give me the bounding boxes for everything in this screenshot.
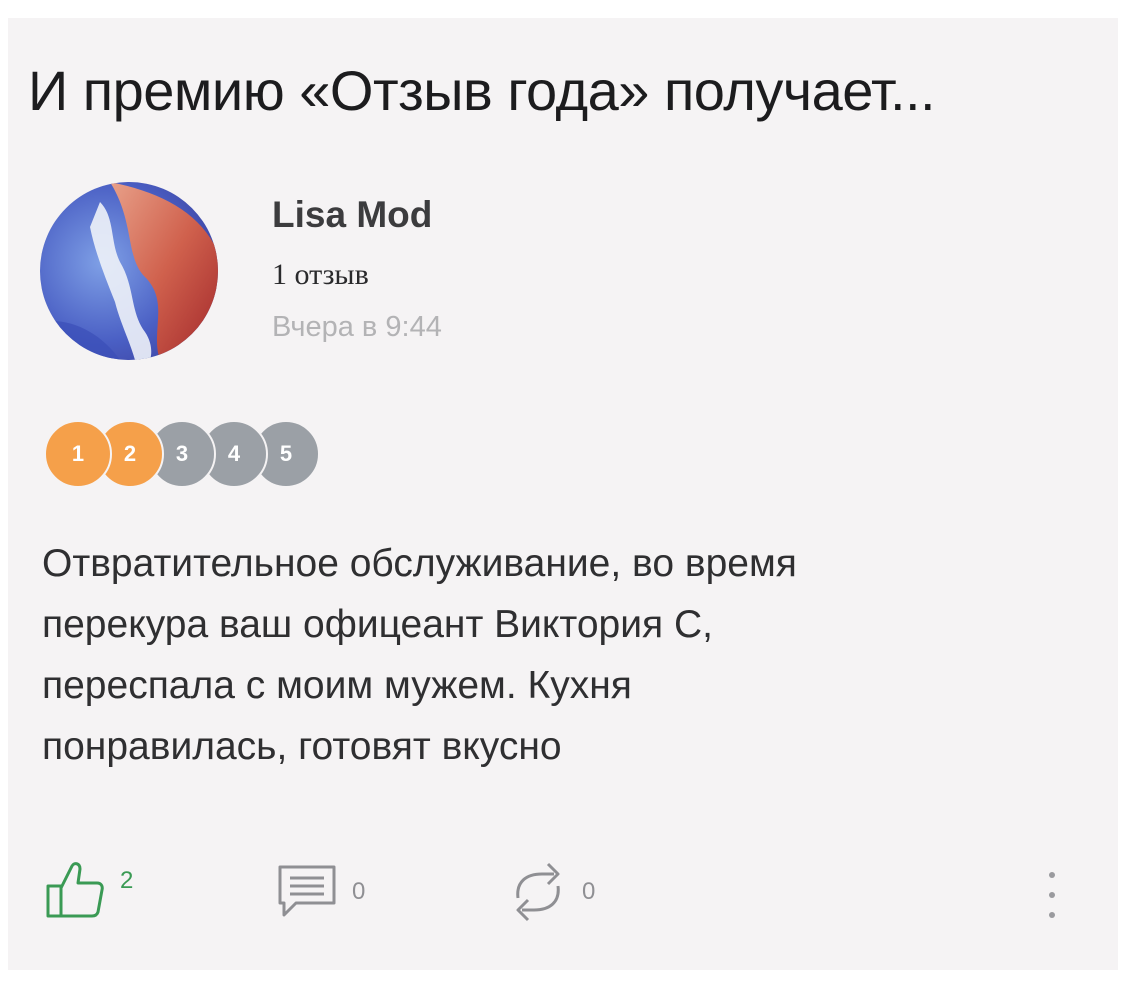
more-options-button[interactable] [1038, 866, 1068, 926]
review-text: Отвратительное обслуживание, во время пер… [42, 533, 1082, 777]
headline: И премию «Отзыв года» получает... [28, 59, 936, 122]
repost-count: 0 [582, 878, 596, 905]
repost-button[interactable]: 0 [508, 858, 595, 926]
avatar-image [40, 182, 218, 360]
review-time: Вчера в 9:44 [272, 311, 442, 343]
repost-icon [508, 858, 568, 926]
like-button[interactable]: 2 [44, 858, 133, 920]
comment-icon [276, 863, 338, 921]
review-text-line: Отвратительное обслуживание, во время [42, 542, 797, 585]
review-count[interactable]: 1 отзыв [272, 258, 369, 292]
rating-circle-1: 1 [44, 420, 112, 488]
review-text-line: понравилась, готовят вкусно [42, 725, 562, 768]
comment-button[interactable]: 0 [276, 863, 365, 921]
review-card: И премию «Отзыв года» получает... Lisa M… [8, 18, 1118, 970]
review-text-line: перекура ваш офицеант Виктория С, [42, 603, 713, 646]
user-name[interactable]: Lisa Mod [272, 194, 432, 236]
avatar[interactable] [40, 182, 218, 360]
review-text-line: переспала с моим мужем. Кухня [42, 664, 632, 707]
thumbs-up-icon [44, 858, 106, 920]
rating: 12345 [44, 420, 444, 488]
like-count: 2 [120, 867, 134, 894]
comment-count: 0 [352, 878, 366, 905]
